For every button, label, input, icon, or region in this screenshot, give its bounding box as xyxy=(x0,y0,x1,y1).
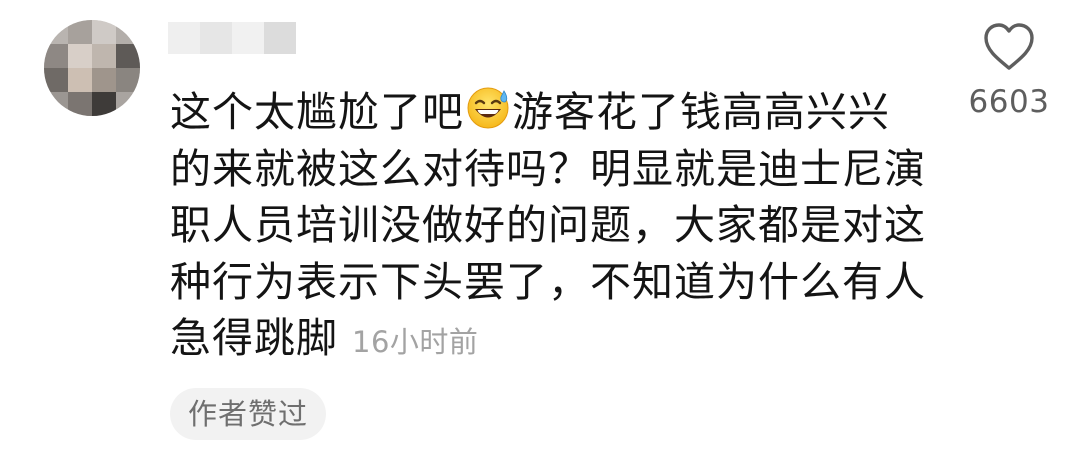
comment-text-segment: 急得跳脚 xyxy=(170,314,338,362)
comment-line: 急得跳脚 16小时前 xyxy=(170,310,930,371)
like-count: 6603 xyxy=(968,84,1050,120)
avatar[interactable] xyxy=(44,20,140,116)
comment-text-segment: 游客花了钱高高兴兴 xyxy=(512,88,890,136)
comment-line: 职人员培训没做好的问题，大家都是对这 xyxy=(170,201,926,249)
author-liked-badge: 作者赞过 xyxy=(170,388,327,440)
comment-item: 这个太尴尬了吧 游客花了钱高高兴兴 的来就被这么对待吗？明显就是迪士尼演 职人员… xyxy=(0,0,1080,453)
heart-outline-icon[interactable] xyxy=(982,22,1036,72)
comment-text: 这个太尴尬了吧 游客花了钱高高兴兴 的来就被这么对待吗？明显就是迪士尼演 职人员… xyxy=(170,84,930,371)
comment-line: 的来就被这么对待吗？明显就是迪士尼演 xyxy=(170,144,926,193)
comment-text-segment: 这个太尴尬了吧 xyxy=(170,88,464,136)
comment-timestamp: 16小时前 xyxy=(352,325,479,359)
comment-line: 种行为表示下头罢了，不知道为什么有人 xyxy=(170,257,926,306)
comment-line: 这个太尴尬了吧 游客花了钱高高兴兴 xyxy=(170,84,930,141)
like-button[interactable]: 6603 xyxy=(960,22,1058,132)
sweat-smile-emoji-icon xyxy=(467,87,509,129)
username-pixelated[interactable] xyxy=(168,16,296,54)
